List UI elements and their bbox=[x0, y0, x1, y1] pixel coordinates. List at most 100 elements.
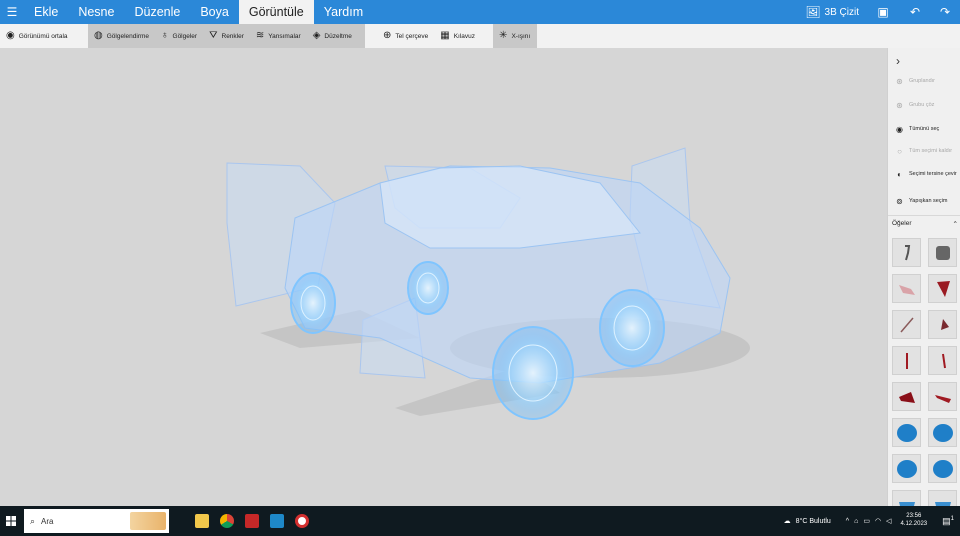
record-icon[interactable] bbox=[289, 506, 314, 536]
paint-icon: ⛛ bbox=[209, 30, 218, 41]
eye-icon: ◉ bbox=[6, 30, 15, 41]
menu-duzenle[interactable]: Düzenle bbox=[124, 0, 190, 24]
undo-button[interactable]: ↶ bbox=[900, 0, 930, 24]
taskbar-search[interactable]: ⌕ Ara bbox=[24, 509, 169, 533]
file-explorer-icon[interactable] bbox=[189, 506, 214, 536]
item-thumbnail[interactable] bbox=[892, 346, 921, 375]
time-text: 23:56 bbox=[906, 513, 922, 520]
save-icon: ▣ bbox=[877, 5, 889, 19]
center-view-button[interactable]: ◉ Görünümü ortala bbox=[0, 24, 88, 48]
panel-divider bbox=[888, 215, 960, 216]
xray-icon: ✳ bbox=[499, 30, 508, 41]
menu-boya[interactable]: Boya bbox=[190, 0, 239, 24]
item-thumbnail[interactable] bbox=[928, 418, 957, 447]
view-toolbar: ◉ Görünümü ortala ◍ Gölgelendirme ♁ Gölg… bbox=[0, 24, 960, 48]
shading-icon: ◍ bbox=[94, 30, 103, 41]
app-icon-red[interactable] bbox=[239, 506, 264, 536]
app-icon-teal[interactable] bbox=[264, 506, 289, 536]
menu-goruntule[interactable]: Görüntüle bbox=[238, 0, 314, 24]
view-3d-label: 3B Çizit bbox=[824, 6, 859, 18]
item-thumbnail[interactable] bbox=[892, 490, 921, 506]
guide-label: Kılavuz bbox=[453, 32, 476, 40]
select-all-button[interactable]: ◉ Tümünü seç bbox=[895, 126, 960, 134]
xray-label: X-ışını bbox=[511, 32, 531, 40]
ungroup-label: Grubu çöz bbox=[909, 102, 935, 108]
shading-label: Gölgelendirme bbox=[106, 32, 150, 40]
menu-ekle[interactable]: Ekle bbox=[24, 0, 68, 24]
deselect-icon: ○ bbox=[897, 147, 902, 156]
item-thumbnail[interactable] bbox=[928, 238, 957, 267]
weather-text[interactable]: 8°C Bulutlu bbox=[796, 518, 831, 525]
wireframe-button[interactable]: ⊕ Tel çerçeve bbox=[377, 24, 434, 48]
ungroup-button[interactable]: ⊛ Grubu çöz bbox=[895, 102, 960, 110]
items-header[interactable]: Öğeler ⌃ bbox=[892, 220, 958, 228]
item-thumbnail[interactable] bbox=[928, 454, 957, 483]
car-xray-model[interactable] bbox=[0, 48, 887, 506]
item-thumbnail[interactable] bbox=[928, 346, 957, 375]
xray-button[interactable]: ✳ X-ışını bbox=[493, 24, 536, 48]
item-thumbnail[interactable] bbox=[928, 274, 957, 303]
menu-bar: ☰ Ekle Nesne Düzenle Boya Görüntüle Yard… bbox=[0, 0, 960, 24]
item-thumbnail[interactable] bbox=[892, 274, 921, 303]
chevron-up-icon[interactable]: ^ bbox=[846, 518, 849, 525]
ungroup-icon: ⊛ bbox=[896, 101, 903, 110]
chevron-right-icon[interactable]: › bbox=[896, 54, 900, 68]
smoothing-label: Düzeltme bbox=[324, 32, 352, 40]
smoothing-button[interactable]: ◈ Düzeltme bbox=[307, 24, 358, 48]
sticky-selection-label: Yapışkan seçim bbox=[909, 198, 948, 204]
lightbulb-icon: ♁ bbox=[161, 30, 169, 41]
search-icon: ⌕ bbox=[30, 515, 36, 526]
select-all-label: Tümünü seç bbox=[909, 126, 940, 132]
items-grid bbox=[892, 238, 958, 506]
wifi-icon[interactable]: ◠ bbox=[875, 517, 881, 525]
search-highlight-image bbox=[130, 512, 166, 530]
smoothing-icon: ◈ bbox=[312, 30, 321, 41]
battery-icon[interactable]: ▭ bbox=[863, 517, 870, 525]
windows-start-icon[interactable] bbox=[0, 516, 22, 526]
item-thumbnail[interactable] bbox=[892, 238, 921, 267]
shadows-label: Gölgeler bbox=[172, 32, 198, 40]
search-placeholder: Ara bbox=[41, 516, 54, 526]
item-thumbnail[interactable] bbox=[892, 382, 921, 411]
reflections-label: Yansımalar bbox=[268, 32, 301, 40]
menu-yardim[interactable]: Yardım bbox=[314, 0, 373, 24]
chrome-icon[interactable] bbox=[214, 506, 239, 536]
guide-button[interactable]: ▦ Kılavuz bbox=[434, 24, 481, 48]
save-button[interactable]: ▣ bbox=[866, 0, 900, 24]
item-thumbnail[interactable] bbox=[892, 454, 921, 483]
chevron-up-icon: ⌃ bbox=[952, 221, 958, 228]
date-text: 4.12.2023 bbox=[900, 521, 928, 527]
item-thumbnail[interactable] bbox=[892, 310, 921, 339]
clock[interactable]: 23:56 4.12.2023 bbox=[896, 513, 931, 529]
items-header-label: Öğeler bbox=[892, 220, 912, 227]
notification-count: 1 bbox=[950, 515, 954, 522]
menu-nesne[interactable]: Nesne bbox=[68, 0, 124, 24]
notification-icon[interactable]: ▤1 bbox=[936, 516, 960, 527]
3d-viewport[interactable] bbox=[0, 48, 887, 506]
reflections-button[interactable]: ≋ Yansımalar bbox=[250, 24, 307, 48]
deselect-all-button[interactable]: ○ Tüm seçimi kaldır bbox=[895, 148, 960, 156]
select-all-icon: ◉ bbox=[896, 125, 903, 134]
colors-button[interactable]: ⛛ Renkler bbox=[203, 24, 250, 48]
volume-icon[interactable]: ◁ bbox=[886, 517, 891, 525]
toolbar-divider bbox=[365, 24, 377, 48]
item-thumbnail[interactable] bbox=[928, 490, 957, 506]
item-thumbnail[interactable] bbox=[928, 382, 957, 411]
view-3d-button[interactable]: 🖼 3B Çizit bbox=[798, 0, 866, 24]
undo-icon: ↶ bbox=[909, 5, 921, 19]
group-icon: ⊛ bbox=[896, 77, 903, 86]
sticky-selection-button[interactable]: ⊚ Yapışkan seçim bbox=[895, 198, 960, 206]
hamburger-icon[interactable]: ☰ bbox=[0, 0, 24, 24]
deselect-all-label: Tüm seçimi kaldır bbox=[909, 148, 953, 154]
item-thumbnail[interactable] bbox=[892, 418, 921, 447]
shadows-button[interactable]: ♁ Gölgeler bbox=[155, 24, 203, 48]
group-button[interactable]: ⊛ Gruplandır bbox=[895, 78, 960, 86]
network-icon[interactable]: ⌂ bbox=[854, 518, 858, 525]
invert-selection-button[interactable]: ◐ Seçimi tersine çevir bbox=[895, 171, 960, 179]
shading-button[interactable]: ◍ Gölgelendirme bbox=[88, 24, 155, 48]
sticky-icon: ⊚ bbox=[896, 197, 903, 206]
item-thumbnail[interactable] bbox=[928, 310, 957, 339]
reflection-icon: ≋ bbox=[255, 30, 265, 41]
selection-panel: › ⊛ Gruplandır ⊛ Grubu çöz ◉ Tümünü seç … bbox=[887, 48, 960, 506]
redo-button[interactable]: ↷ bbox=[930, 0, 960, 24]
